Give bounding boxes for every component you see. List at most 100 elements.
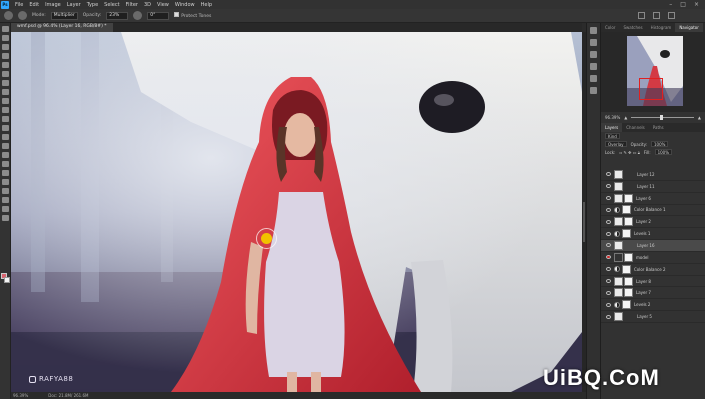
layer-thumbnail[interactable] xyxy=(614,193,623,203)
visibility-eye-icon[interactable] xyxy=(606,243,611,248)
layer-row-selected[interactable]: Layer 16 xyxy=(601,240,705,252)
tab-swatches[interactable]: Swatches xyxy=(619,23,646,32)
layer-name[interactable]: Layer 6 xyxy=(636,196,651,201)
libraries-panel-icon[interactable] xyxy=(590,63,597,70)
layer-mask-thumbnail[interactable] xyxy=(624,217,633,227)
navigator-preview[interactable] xyxy=(601,32,705,112)
visibility-eye-icon[interactable] xyxy=(606,255,611,260)
minimize-icon[interactable]: – xyxy=(669,1,672,8)
layer-fill-field[interactable]: 100% xyxy=(654,149,673,155)
tab-paths[interactable]: Paths xyxy=(649,123,668,132)
adjustments-panel-icon[interactable] xyxy=(590,51,597,58)
menu-view[interactable]: View xyxy=(154,2,172,8)
lasso-tool-icon[interactable] xyxy=(1,44,9,50)
layer-name[interactable]: Layer 16 xyxy=(637,243,655,248)
tab-color[interactable]: Color xyxy=(601,23,619,32)
layer-row[interactable]: Color Balance 2 xyxy=(601,264,705,276)
shape-tool-icon[interactable] xyxy=(1,188,9,194)
opacity-field[interactable]: 23% xyxy=(106,11,129,20)
brush-preset-icon[interactable] xyxy=(18,11,27,20)
canvas-image[interactable] xyxy=(11,32,582,392)
adjustment-layer-icon[interactable] xyxy=(614,206,620,213)
layer-thumbnail[interactable] xyxy=(614,312,623,322)
properties-panel-icon[interactable] xyxy=(590,39,597,46)
character-panel-icon[interactable] xyxy=(590,87,597,94)
layer-mask-thumbnail[interactable] xyxy=(622,205,631,215)
close-icon[interactable]: × xyxy=(694,1,699,8)
layer-name[interactable]: Layer 8 xyxy=(636,279,651,284)
layer-opacity-field[interactable]: 100% xyxy=(651,141,669,147)
menu-window[interactable]: Window xyxy=(172,2,198,8)
menu-select[interactable]: Select xyxy=(101,2,122,8)
zoom-slider-knob[interactable] xyxy=(659,115,663,120)
document-tab[interactable]: wmf.psd @ 96.4% (Layer 16, RGB/8#) * xyxy=(11,23,113,32)
visibility-eye-icon[interactable] xyxy=(606,172,611,177)
layer-row[interactable]: Layer 12 xyxy=(601,169,705,181)
layer-row[interactable]: Layer 8 xyxy=(601,276,705,288)
history-brush-tool-icon[interactable] xyxy=(1,116,9,122)
layer-row[interactable]: Layer 7 xyxy=(601,287,705,300)
lock-icons[interactable]: ▫ ✎ ✥ ▭ 🔒︎ xyxy=(619,150,639,155)
visibility-eye-icon[interactable] xyxy=(606,207,611,212)
layer-name[interactable]: Layer 7 xyxy=(636,290,651,295)
layer-name[interactable]: Color Balance 1 xyxy=(634,207,665,212)
layer-thumbnail[interactable] xyxy=(614,252,623,262)
blend-mode-select[interactable]: Overlay xyxy=(605,141,627,147)
color-swatches[interactable] xyxy=(1,273,10,285)
blur-tool-icon[interactable] xyxy=(1,143,9,149)
frame-tool-icon[interactable] xyxy=(1,71,9,77)
brush-tool-icon[interactable] xyxy=(1,98,9,104)
zoom-slider[interactable] xyxy=(631,115,694,120)
layer-name[interactable]: Layer 11 xyxy=(637,184,655,189)
share-icon[interactable] xyxy=(668,12,675,19)
history-panel-icon[interactable] xyxy=(590,27,597,34)
layer-row[interactable]: Layer 2 xyxy=(601,216,705,229)
eyedropper-tool-icon[interactable] xyxy=(1,80,9,86)
status-zoom[interactable]: 96.39% xyxy=(13,393,28,398)
protect-tones-toggle[interactable]: Protect Tones xyxy=(174,12,211,19)
visibility-eye-icon[interactable] xyxy=(606,267,611,272)
menu-type[interactable]: Type xyxy=(84,2,101,8)
layer-mask-thumbnail[interactable] xyxy=(624,276,633,286)
layer-mask-thumbnail[interactable] xyxy=(622,264,631,274)
menu-edit[interactable]: Edit xyxy=(26,2,42,8)
airbrush-icon[interactable] xyxy=(133,11,143,20)
menu-layer[interactable]: Layer xyxy=(64,2,84,8)
path-select-tool-icon[interactable] xyxy=(1,179,9,185)
adjustment-layer-icon[interactable] xyxy=(614,230,620,237)
tab-layers[interactable]: Layers xyxy=(601,123,623,132)
layer-thumbnail[interactable] xyxy=(614,181,623,191)
layer-mask-thumbnail[interactable] xyxy=(622,300,631,310)
visibility-eye-icon[interactable] xyxy=(606,279,611,284)
quick-select-tool-icon[interactable] xyxy=(1,53,9,59)
layer-row[interactable]: Layer 5 xyxy=(601,311,705,323)
navigator-zoom-value[interactable]: 96.39% xyxy=(605,115,620,120)
adjustment-layer-icon[interactable] xyxy=(614,266,620,273)
type-tool-icon[interactable] xyxy=(1,170,9,176)
move-tool-icon[interactable] xyxy=(1,26,9,32)
search-icon[interactable] xyxy=(638,12,645,19)
layer-row[interactable]: Layer 11 xyxy=(601,181,705,193)
layer-mask-thumbnail[interactable] xyxy=(622,229,631,239)
layer-mask-thumbnail[interactable] xyxy=(624,193,633,203)
layer-row[interactable]: Layer 6 xyxy=(601,193,705,205)
layer-name[interactable]: Color Balance 2 xyxy=(634,267,665,272)
layer-name[interactable]: Layer 5 xyxy=(637,314,652,319)
layer-name[interactable]: Layer 2 xyxy=(636,219,651,224)
layer-kind-filter[interactable]: Kind xyxy=(605,133,620,139)
visibility-eye-icon[interactable] xyxy=(606,314,611,319)
navigator-view-box[interactable] xyxy=(639,78,663,100)
layer-name[interactable]: model xyxy=(636,255,648,260)
visibility-eye-icon[interactable] xyxy=(606,219,611,224)
checkbox-icon[interactable] xyxy=(174,12,180,17)
menu-filter[interactable]: Filter xyxy=(123,2,141,8)
layer-thumbnail[interactable] xyxy=(614,169,623,179)
mode-select[interactable]: Multiplier xyxy=(50,11,78,20)
canvas-area[interactable]: RAFYA88 xyxy=(11,32,582,392)
layer-row[interactable]: Color Balance 1 xyxy=(601,205,705,217)
layer-row[interactable]: model xyxy=(601,252,705,264)
background-color-swatch[interactable] xyxy=(4,277,10,283)
gradient-tool-icon[interactable] xyxy=(1,134,9,140)
layer-thumbnail[interactable] xyxy=(614,276,623,286)
pen-tool-icon[interactable] xyxy=(1,161,9,167)
